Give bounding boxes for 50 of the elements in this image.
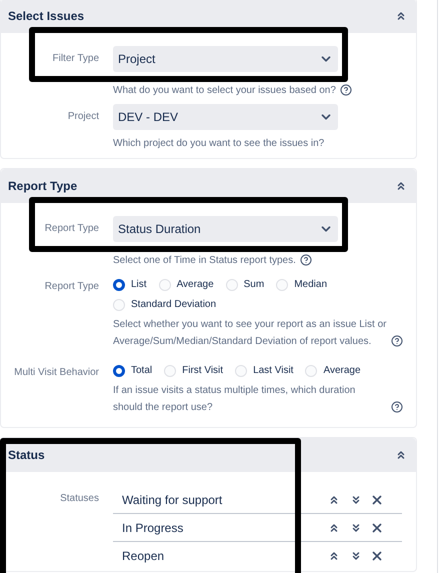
radio-option[interactable]: Average [158, 277, 214, 292]
collapse-icon [395, 180, 407, 192]
radio-option[interactable]: Median [276, 277, 328, 292]
radio-option[interactable]: Sum [226, 277, 264, 292]
help-text: What do you want to select your issues based on? [113, 84, 336, 98]
move-up-icon[interactable] [328, 494, 340, 506]
collapse-button[interactable] [395, 449, 407, 461]
help-icon[interactable] [391, 401, 403, 413]
section-title: Select Issues [8, 8, 84, 25]
collapse-icon [395, 10, 407, 22]
help-text: Select whether you want to see your report as an issue List or Average/Sum/Median/Standard Deviation of report values. [113, 318, 387, 349]
help-text: If an issue visits a status multiple times, which duration should the report use? [113, 384, 356, 415]
help-icon[interactable] [391, 335, 403, 347]
select-field[interactable]: Status Duration [113, 216, 338, 242]
help-text: Which project do you want to see the issues in? [113, 137, 324, 151]
move-down-icon[interactable] [350, 522, 362, 534]
radio-option[interactable]: First Visit [164, 363, 224, 378]
field-label: Project [68, 111, 99, 122]
help-icon[interactable] [340, 84, 352, 96]
move-down-icon[interactable] [350, 494, 362, 506]
move-up-icon[interactable] [328, 522, 340, 534]
remove-icon[interactable] [370, 549, 384, 563]
remove-icon[interactable] [370, 492, 384, 506]
field-label: Statuses [60, 493, 99, 504]
field-label: Filter Type [52, 53, 99, 64]
status-item: Waiting for support [122, 492, 224, 508]
radio-button[interactable] [113, 364, 125, 376]
collapse-button[interactable] [395, 10, 407, 22]
radio-option[interactable]: Last Visit [235, 363, 294, 378]
status-item: Reopen [122, 548, 166, 565]
radio-button[interactable] [113, 278, 125, 290]
help-icon[interactable] [300, 254, 312, 266]
field-label: Report Type [44, 223, 99, 234]
select-field[interactable]: Project [113, 46, 338, 72]
collapse-button[interactable] [395, 180, 407, 192]
section-title: Status [8, 447, 45, 464]
section-title: Report Type [8, 178, 78, 195]
remove-icon[interactable] [370, 520, 384, 534]
collapse-icon [395, 449, 407, 461]
select-field[interactable]: DEV - DEV [113, 104, 338, 130]
help-text: Select one of Time in Status report types. [113, 254, 296, 268]
radio-option[interactable]: List [113, 277, 147, 292]
radio-option[interactable]: Average [305, 363, 361, 378]
field-label: Report Type [44, 281, 99, 292]
move-down-icon[interactable] [350, 550, 362, 562]
status-item: In Progress [122, 520, 184, 536]
radio-option[interactable]: Total [113, 363, 152, 378]
field-label: Multi Visit Behavior [14, 367, 99, 378]
move-up-icon[interactable] [328, 550, 340, 562]
radio-option[interactable]: Standard Deviation [113, 297, 216, 312]
